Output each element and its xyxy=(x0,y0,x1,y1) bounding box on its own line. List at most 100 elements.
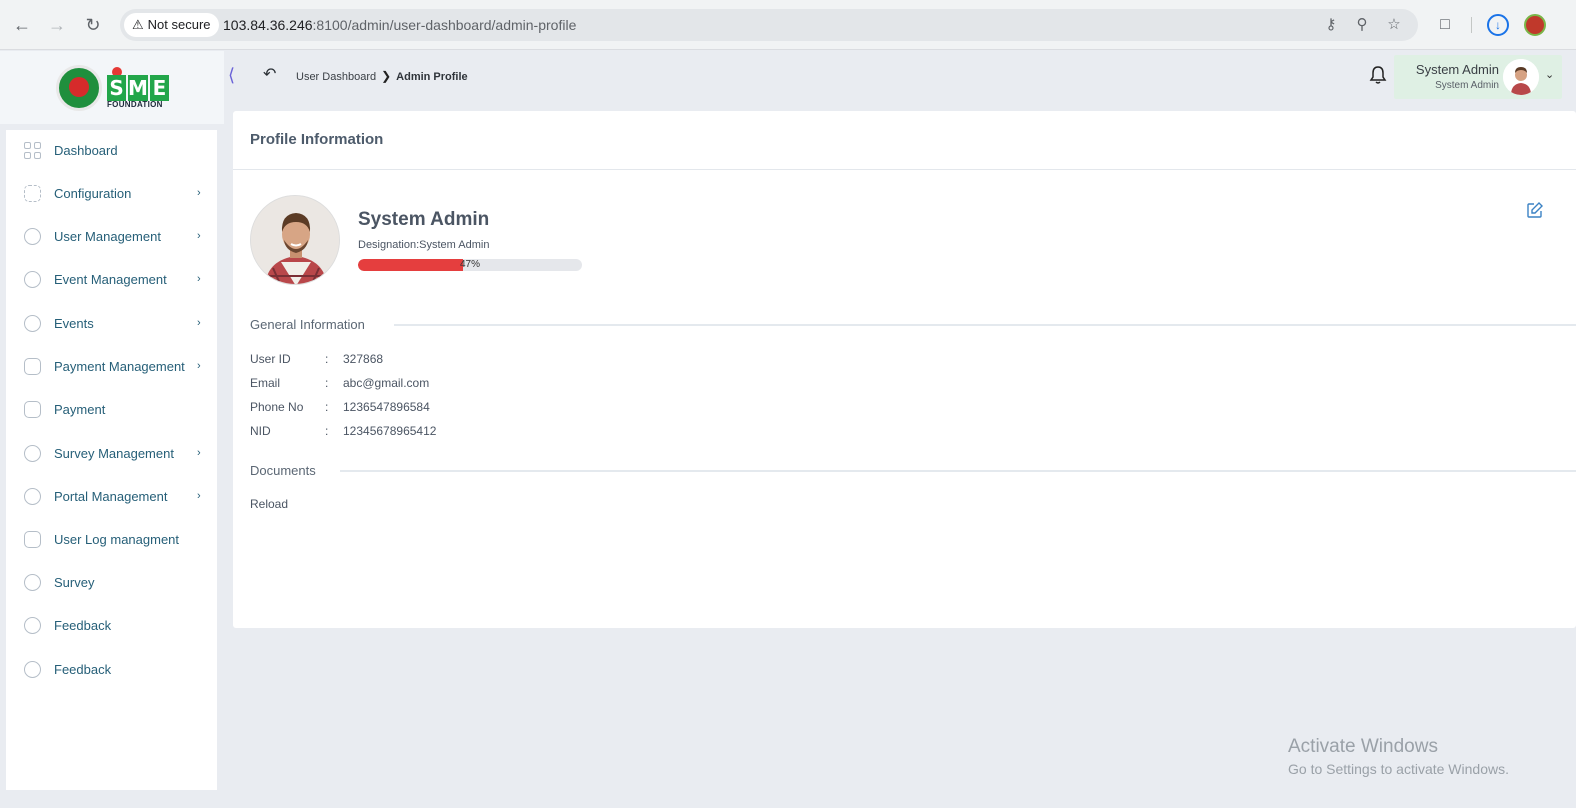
address-bar[interactable]: ⚠ Not secure 103.84.36.246:8100/admin/use… xyxy=(120,9,1418,41)
pie-icon xyxy=(24,573,41,591)
sidebar-item-event-management[interactable]: Event Management › xyxy=(6,259,217,299)
chevron-right-icon: › xyxy=(197,490,201,502)
chevron-right-icon: › xyxy=(197,273,201,285)
forward-arrow-icon[interactable]: → xyxy=(45,13,69,37)
profile-avatar xyxy=(250,195,340,285)
info-value: 1236547896584 xyxy=(343,400,430,414)
star-icon[interactable]: ☆ xyxy=(1382,13,1406,37)
breadcrumb-parent-link[interactable]: User Dashboard xyxy=(296,71,376,83)
sidebar-item-survey[interactable]: Survey xyxy=(6,562,217,602)
collapse-sidebar-icon[interactable]: ⟨ xyxy=(228,65,235,86)
extensions-icon[interactable]: □ xyxy=(1433,13,1457,37)
sidebar-item-label: Survey xyxy=(54,574,95,590)
breadcrumb-current: Admin Profile xyxy=(396,71,468,83)
sidebar-item-label: Events xyxy=(54,315,94,331)
sidebar-item-label: Event Management xyxy=(54,271,167,287)
grid-icon xyxy=(24,141,41,159)
watermark-line2: Go to Settings to activate Windows. xyxy=(1288,761,1509,777)
edit-icon[interactable] xyxy=(1526,201,1544,219)
sidebar-item-label: User Management xyxy=(54,228,161,244)
general-information-heading: General Information xyxy=(250,317,365,332)
document-image-broken[interactable]: Reload xyxy=(250,497,288,511)
document-alt-text: Reload xyxy=(250,497,289,511)
chevron-right-icon: › xyxy=(197,447,201,459)
sidebar-item-label: Payment xyxy=(54,401,106,417)
profile-card: Profile Information System Admin Designa… xyxy=(233,111,1576,628)
page-title: Profile Information xyxy=(250,131,384,148)
chevron-right-icon: › xyxy=(197,317,201,329)
breadcrumb: User Dashboard ❯ Admin Profile xyxy=(296,69,468,83)
lock-icon xyxy=(24,487,41,505)
info-key: Phone No xyxy=(250,400,304,414)
sidebar-item-label: User Log managment xyxy=(54,531,180,547)
sidebar-item-portal-management[interactable]: Portal Management › xyxy=(6,476,217,516)
sidebar-item-label: Payment Management xyxy=(54,358,185,374)
sidebar-item-feedback-2[interactable]: Feedback xyxy=(6,649,217,689)
info-colon: : xyxy=(325,400,329,414)
back-arrow-icon[interactable]: ← xyxy=(10,13,34,37)
sidebar-item-configuration[interactable]: Configuration › xyxy=(6,173,217,213)
payment-icon xyxy=(24,530,41,548)
zoom-icon[interactable]: ⚲ xyxy=(1350,13,1374,37)
sidebar-item-survey-management[interactable]: Survey Management › xyxy=(6,433,217,473)
government-emblem-logo xyxy=(56,65,102,111)
feedback-icon xyxy=(24,660,41,678)
sidebar-item-payment-management[interactable]: Payment Management › xyxy=(6,346,217,386)
logo-letter: S xyxy=(107,75,127,101)
sidebar-item-label: Portal Management xyxy=(54,488,168,504)
chevron-right-icon: › xyxy=(197,360,201,372)
url-text[interactable]: 103.84.36.246:8100/admin/user-dashboard/… xyxy=(223,9,576,41)
sidebar-item-label: Feedback xyxy=(54,661,112,677)
lock-icon xyxy=(24,314,41,332)
browser-profile-icon[interactable] xyxy=(1524,14,1546,36)
info-colon: : xyxy=(325,352,329,366)
download-icon[interactable]: ↓ xyxy=(1487,14,1509,36)
sidebar-item-user-log[interactable]: User Log managment xyxy=(6,519,217,559)
reload-icon[interactable]: ↻ xyxy=(81,13,105,37)
lock-icon xyxy=(24,270,41,288)
section-divider xyxy=(340,470,1576,472)
sidebar-item-user-management[interactable]: User Management › xyxy=(6,216,217,256)
sidebar-item-payment[interactable]: Payment xyxy=(6,389,217,429)
user-menu[interactable]: System Admin System Admin ⌄ xyxy=(1394,55,1562,99)
activate-windows-watermark: Activate Windows Go to Settings to activ… xyxy=(1288,736,1509,777)
sidebar-item-events[interactable]: Events › xyxy=(6,303,217,343)
logo-letter: M xyxy=(128,75,148,101)
profile-photo xyxy=(251,196,339,284)
chevron-right-icon: › xyxy=(197,187,201,199)
sidebar-item-label: Dashboard xyxy=(54,142,118,158)
info-value: abc@gmail.com xyxy=(343,376,430,390)
logo-area: S M E FOUNDATION xyxy=(0,51,224,124)
logo-letters: S M E xyxy=(107,75,169,101)
section-divider xyxy=(394,324,1576,326)
card-header: Profile Information xyxy=(233,111,1576,170)
sidebar-item-label: Survey Management xyxy=(54,445,174,461)
progress-label: 47% xyxy=(459,259,480,270)
logo-subtitle: FOUNDATION xyxy=(107,100,163,109)
info-value: 12345678965412 xyxy=(343,424,437,438)
sidebar-item-feedback[interactable]: Feedback xyxy=(6,605,217,645)
logo-letter: E xyxy=(149,75,169,101)
chevron-right-icon: › xyxy=(197,230,201,242)
sidebar-item-dashboard[interactable]: Dashboard xyxy=(6,130,217,170)
sidebar: Dashboard Configuration › User Managemen… xyxy=(6,130,217,790)
watermark-line1: Activate Windows xyxy=(1288,736,1438,757)
sme-foundation-logo[interactable]: S M E FOUNDATION xyxy=(107,67,169,109)
key-icon[interactable]: ⚷ xyxy=(1319,13,1343,37)
security-chip[interactable]: ⚠ Not secure xyxy=(124,13,219,37)
documents-heading: Documents xyxy=(250,463,316,478)
warning-icon: ⚠ xyxy=(132,17,144,32)
bell-icon[interactable] xyxy=(1369,65,1387,85)
pie-icon xyxy=(24,444,41,462)
user-role: System Admin xyxy=(1435,80,1499,91)
sidebar-item-label: Feedback xyxy=(54,617,112,633)
info-key: Email xyxy=(250,376,281,390)
info-value: 327868 xyxy=(343,352,384,366)
undo-back-icon[interactable]: ↶ xyxy=(263,64,276,84)
chevron-down-icon: ⌄ xyxy=(1545,69,1555,81)
config-icon xyxy=(24,184,41,202)
profile-designation: Designation:System Admin xyxy=(358,239,490,251)
chevron-right-icon: ❯ xyxy=(381,69,392,83)
payment-icon xyxy=(24,357,41,375)
info-colon: : xyxy=(325,376,329,390)
